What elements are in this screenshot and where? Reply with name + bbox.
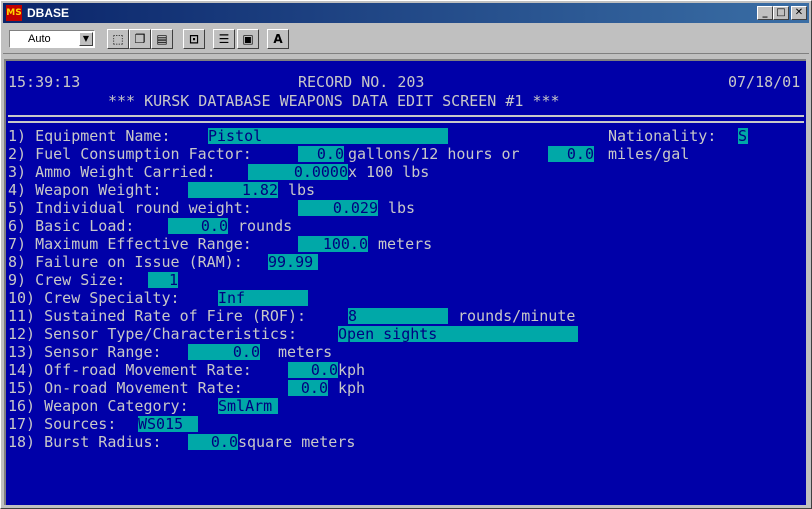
screen-subtitle: *** KURSK DATABASE WEAPONS DATA EDIT SCR…: [108, 92, 560, 110]
font-size-value: Auto: [28, 33, 51, 45]
field-label: 13) Sensor Range:: [8, 343, 162, 361]
field-label: 11) Sustained Rate of Fire (ROF):: [8, 307, 307, 325]
nationality-field[interactable]: S: [738, 128, 748, 144]
field-label: 14) Off-road Movement Rate:: [8, 361, 252, 379]
effective-range-field[interactable]: 100.0: [298, 236, 368, 252]
fuel-miles-field[interactable]: 0.0: [548, 146, 594, 162]
field-label: 12) Sensor Type/Characteristics:: [8, 325, 297, 343]
toolbar: Auto ▼ ⬚ ❐ ▤ ⊡ ☰ ▣ A: [3, 25, 809, 54]
failure-on-issue-field[interactable]: 99.99: [268, 254, 318, 270]
field-unit: lbs: [388, 199, 416, 217]
ammo-weight-field[interactable]: 0.0000: [248, 164, 348, 180]
paste-icon[interactable]: ▤: [151, 29, 173, 49]
font-icon[interactable]: A: [267, 29, 289, 49]
fullscreen-icon[interactable]: ⊡: [183, 29, 205, 49]
field-unit: gallons/12 hours or: [348, 145, 520, 163]
field-label: 3) Ammo Weight Carried:: [8, 163, 216, 181]
equipment-name-field[interactable]: Pistol: [208, 128, 448, 144]
background-icon[interactable]: ▣: [237, 29, 259, 49]
sources-field[interactable]: WS015: [138, 416, 198, 432]
font-size-select[interactable]: Auto ▼: [9, 30, 95, 48]
title-bar[interactable]: MS DBASE _ □ ✕: [3, 3, 809, 23]
select-icon[interactable]: ⬚: [107, 29, 129, 49]
header-date: 07/18/01: [728, 73, 801, 91]
field-unit: lbs: [288, 181, 316, 199]
field-label: 9) Crew Size:: [8, 271, 126, 289]
field-label: 5) Individual round weight:: [8, 199, 252, 217]
field-unit: meters: [378, 235, 433, 253]
dbase-window: MS DBASE _ □ ✕ Auto ▼ ⬚ ❐ ▤ ⊡ ☰ ▣ A 15:3…: [0, 0, 812, 509]
field-unit: rounds: [238, 217, 293, 235]
field-unit: meters: [278, 343, 333, 361]
basic-load-field[interactable]: 0.0: [168, 218, 228, 234]
maximize-button[interactable]: □: [773, 6, 789, 20]
field-unit: rounds/minute: [458, 307, 576, 325]
offroad-rate-field[interactable]: 0.0: [288, 362, 338, 378]
weapon-weight-field[interactable]: 1.82: [188, 182, 278, 198]
close-button[interactable]: ✕: [791, 6, 807, 20]
field-label: 10) Crew Specialty:: [8, 289, 180, 307]
weapon-category-field[interactable]: SmlArm: [218, 398, 278, 414]
field-label: 2) Fuel Consumption Factor:: [8, 145, 252, 163]
field-unit: miles/gal: [608, 145, 690, 163]
sensor-type-field[interactable]: Open sights: [338, 326, 578, 342]
field-label: 15) On-road Movement Rate:: [8, 379, 243, 397]
field-label: 4) Weapon Weight:: [8, 181, 162, 199]
properties-icon[interactable]: ☰: [213, 29, 235, 49]
header-time: 15:39:13: [8, 73, 81, 91]
rate-of-fire-field[interactable]: 8: [348, 308, 448, 324]
field-unit: x 100 lbs: [348, 163, 430, 181]
nationality-label: Nationality:: [608, 127, 717, 145]
minimize-button[interactable]: _: [757, 6, 773, 20]
crew-specialty-field[interactable]: Inf: [218, 290, 308, 306]
separator-line: [8, 115, 804, 123]
copy-icon[interactable]: ❐: [129, 29, 151, 49]
onroad-rate-field[interactable]: 0.0: [288, 380, 328, 396]
msdos-app-icon[interactable]: MS: [6, 5, 22, 21]
field-label: 16) Weapon Category:: [8, 397, 189, 415]
field-label: 6) Basic Load:: [8, 217, 135, 235]
field-unit: kph: [338, 361, 366, 379]
burst-radius-field[interactable]: 0.0: [188, 434, 238, 450]
crew-size-field[interactable]: 1: [148, 272, 178, 288]
chevron-down-icon[interactable]: ▼: [79, 32, 93, 46]
window-title: DBASE: [27, 6, 70, 20]
field-label: 7) Maximum Effective Range:: [8, 235, 252, 253]
record-number: RECORD NO. 203: [298, 73, 425, 91]
round-weight-field[interactable]: 0.029: [298, 200, 378, 216]
field-unit: kph: [338, 379, 366, 397]
console-screen[interactable]: 15:39:13 RECORD NO. 203 07/18/01 *** KUR…: [4, 59, 806, 505]
sensor-range-field[interactable]: 0.0: [188, 344, 260, 360]
field-label: 17) Sources:: [8, 415, 117, 433]
fuel-gallons-field[interactable]: 0.0: [298, 146, 344, 162]
field-label: 1) Equipment Name:: [8, 127, 171, 145]
field-label: 18) Burst Radius:: [8, 433, 162, 451]
field-label: 8) Failure on Issue (RAM):: [8, 253, 243, 271]
field-unit: square meters: [238, 433, 356, 451]
